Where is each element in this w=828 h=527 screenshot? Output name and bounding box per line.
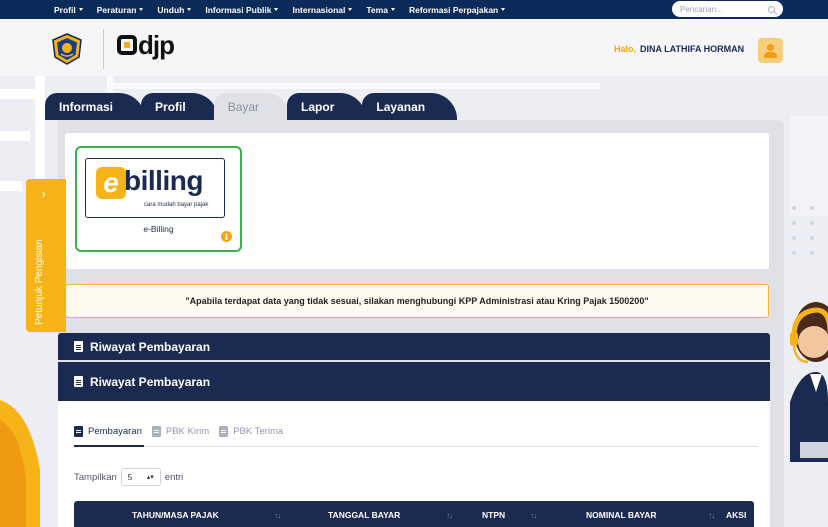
sort-icon[interactable]: ↑↓ [446,511,453,520]
caret-down-icon [348,8,353,11]
user-icon [767,44,774,51]
subtab-label: PBK Kirim [165,426,210,437]
search-input[interactable]: Pencarian... [672,1,783,17]
length-prefix: Tampilkan [74,471,117,483]
notice-banner: "Apabila terdapat data yang tidak sesuai… [65,284,769,318]
username: DINA LATHIFA HORMAN [640,44,745,54]
caret-down-icon [390,8,395,11]
menu-tema[interactable]: Tema [366,5,395,15]
djp-logo[interactable]: djp [117,30,175,60]
subtab-label: Pembayaran [88,426,142,437]
menu-label: Reformasi Perpajakan [408,4,499,15]
subtab-label: PBK Terima [233,426,284,437]
payment-table-header: TAHUN/MASA PAJAK ↑↓ TANGGAL BAYAR ↑↓ NTP… [74,501,754,527]
section-header-riwayat-detail: Riwayat Pembayaran [58,362,770,401]
menu-label: Informasi Publik [205,4,272,15]
top-menu: Profil Peraturan Unduh Informasi Publik … [0,5,519,15]
djp-logo-mark-icon [117,35,137,55]
sort-icon[interactable]: ↑↓ [530,511,537,520]
document-icon [74,376,83,387]
subtab-pbk-kirim[interactable]: PBK Kirim [151,426,210,437]
ebilling-logo-e: e [96,167,126,199]
mascot-left-illustration [0,400,40,527]
tab-lapor[interactable]: Lapor [287,93,367,120]
user-icon-body [764,52,777,58]
section-title: Riwayat Pembayaran [90,339,211,354]
section-header-riwayat: Riwayat Pembayaran [58,333,770,360]
petunjuk-pengisian-sidetab[interactable] [26,179,66,332]
document-icon [151,426,161,437]
page-size-value: 5 [127,472,133,482]
menu-peraturan[interactable]: Peraturan [97,5,144,15]
site-header: djp Halo, DINA LATHIFA HORMAN [0,19,828,76]
menu-unduh[interactable]: Unduh [157,4,192,15]
caret-down-icon [501,8,506,11]
document-icon [74,426,83,437]
tab-bayar[interactable]: Bayar [213,93,292,120]
tab-layanan[interactable]: Layanan [362,93,458,120]
menu-label: Internasional [292,4,346,15]
sort-icon[interactable]: ↑↓ [708,511,715,520]
main-tabs: Informasi Profil Bayar Lapor Layanan [45,93,458,120]
djp-logo-text: djp [138,30,175,60]
column-header-ntpn[interactable]: NTPN [482,510,505,520]
top-navbar: Profil Peraturan Unduh Informasi Publik … [0,0,828,19]
tab-informasi[interactable]: Informasi [45,93,146,120]
menu-profil[interactable]: Profil [54,5,83,15]
info-icon[interactable]: i [221,231,232,242]
ebilling-logo-word: billing [124,165,203,196]
subtab-active-indicator [74,445,144,447]
menu-label: Peraturan [96,4,137,15]
section-title: Riwayat Pembayaran [90,374,211,389]
length-suffix: entri [164,471,184,483]
ebilling-logo[interactable]: e billing cara mudah bayar pajak [85,158,225,218]
document-icon [74,341,83,352]
chevron-right-icon[interactable]: › [42,189,46,201]
user-menu-button[interactable] [758,38,783,63]
menu-internasional[interactable]: Internasional [292,4,353,15]
caret-down-icon [78,8,83,11]
table-length-control: Tampilkan 5 ▴▾ entri [74,468,183,486]
column-header-nominal-bayar[interactable]: NOMINAL BAYAR [586,510,657,520]
tab-profil[interactable]: Profil [141,93,218,120]
ebilling-tagline: cara mudah bayar pajak [144,202,209,208]
greeting-label: Halo, [614,44,637,54]
column-header-tahun-masa[interactable]: TAHUN/MASA PAJAK [132,510,219,520]
ebilling-app-name: e-Billing [143,224,174,234]
subtab-pembayaran[interactable]: Pembayaran [74,426,142,437]
column-header-aksi: AKSI [726,510,747,520]
menu-informasi-publik[interactable]: Informasi Publik [205,4,279,15]
search-placeholder: Pencarian... [680,4,723,14]
mascot-right-illustration [790,302,828,462]
sort-updown-icon: ▴▾ [146,473,154,481]
caret-down-icon [187,8,192,11]
menu-label: Profil [54,4,76,15]
search-icon[interactable] [768,5,775,13]
subtab-divider [74,446,758,447]
menu-reformasi-perpajakan[interactable]: Reformasi Perpajakan [408,4,506,15]
kemenkeu-emblem-icon [52,33,82,65]
page-size-select[interactable]: 5 ▴▾ [120,468,161,486]
subtab-pbk-terima[interactable]: PBK Terima [219,426,283,437]
menu-label: Tema [366,4,388,15]
dot-grid-decoration [792,206,828,255]
sidetab-label: Petunjuk Pengisian [34,239,45,325]
caret-down-icon [274,8,279,11]
document-icon [219,426,229,437]
notice-text: "Apabila terdapat data yang tidak sesuai… [185,296,649,306]
history-subtabs: Pembayaran PBK Kirim PBK Terima [74,426,283,437]
sort-icon[interactable]: ↑↓ [274,511,281,520]
caret-down-icon [139,8,144,11]
menu-label: Unduh [157,4,185,15]
column-header-tanggal-bayar[interactable]: TANGGAL BAYAR [328,510,400,520]
user-greeting: Halo, DINA LATHIFA HORMAN [614,44,744,54]
header-divider [103,29,104,69]
